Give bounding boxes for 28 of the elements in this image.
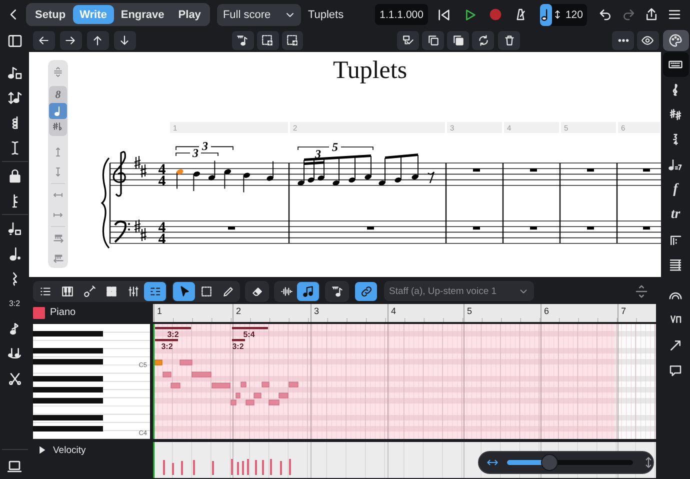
ruler-bar-number: 4 [391, 306, 396, 316]
mode-tab[interactable]: Play [171, 5, 208, 24]
tuplet-ratio-label: 3:2 [167, 330, 179, 339]
layout-dropdown[interactable]: Full score [216, 4, 301, 26]
ruler-bar-number: 7 [621, 306, 626, 316]
tuplet-ratio-label: 3:2 [232, 342, 244, 351]
ruler-bar-number: 5 [467, 306, 472, 316]
mode-tab[interactable]: Setup [28, 5, 73, 24]
tuplet-number: 3 [202, 139, 208, 153]
ruler-bar-number: 1 [157, 306, 162, 316]
position-display: 1.1.1.000 [375, 4, 428, 25]
ornament-button[interactable]: tr [662, 202, 688, 227]
tuplet-ratio-label: 5:4 [243, 330, 255, 339]
ruler-bar-number: 6 [544, 306, 550, 316]
mode-tab[interactable]: Engrave [114, 5, 172, 24]
ruler-bar-number: 3 [314, 306, 320, 316]
velocity-label[interactable]: Velocity [53, 444, 86, 456]
tempo-value: 120 [565, 8, 583, 20]
score-title: Tuplets [332, 57, 408, 84]
tuplet-ratio-label[interactable]: 3:2 [8, 299, 20, 308]
instrument-name: Piano [50, 307, 76, 318]
tuplet-number: 3 [192, 146, 198, 160]
tuplet-number: 3 [315, 147, 321, 161]
tuplet-number: 5 [332, 140, 338, 154]
project-title: Tuplets [308, 8, 344, 20]
ruler-bar-number: 2 [236, 306, 242, 316]
dynamics-button[interactable]: f [662, 177, 688, 202]
tuplet-ratio-label: 3:2 [161, 342, 173, 351]
